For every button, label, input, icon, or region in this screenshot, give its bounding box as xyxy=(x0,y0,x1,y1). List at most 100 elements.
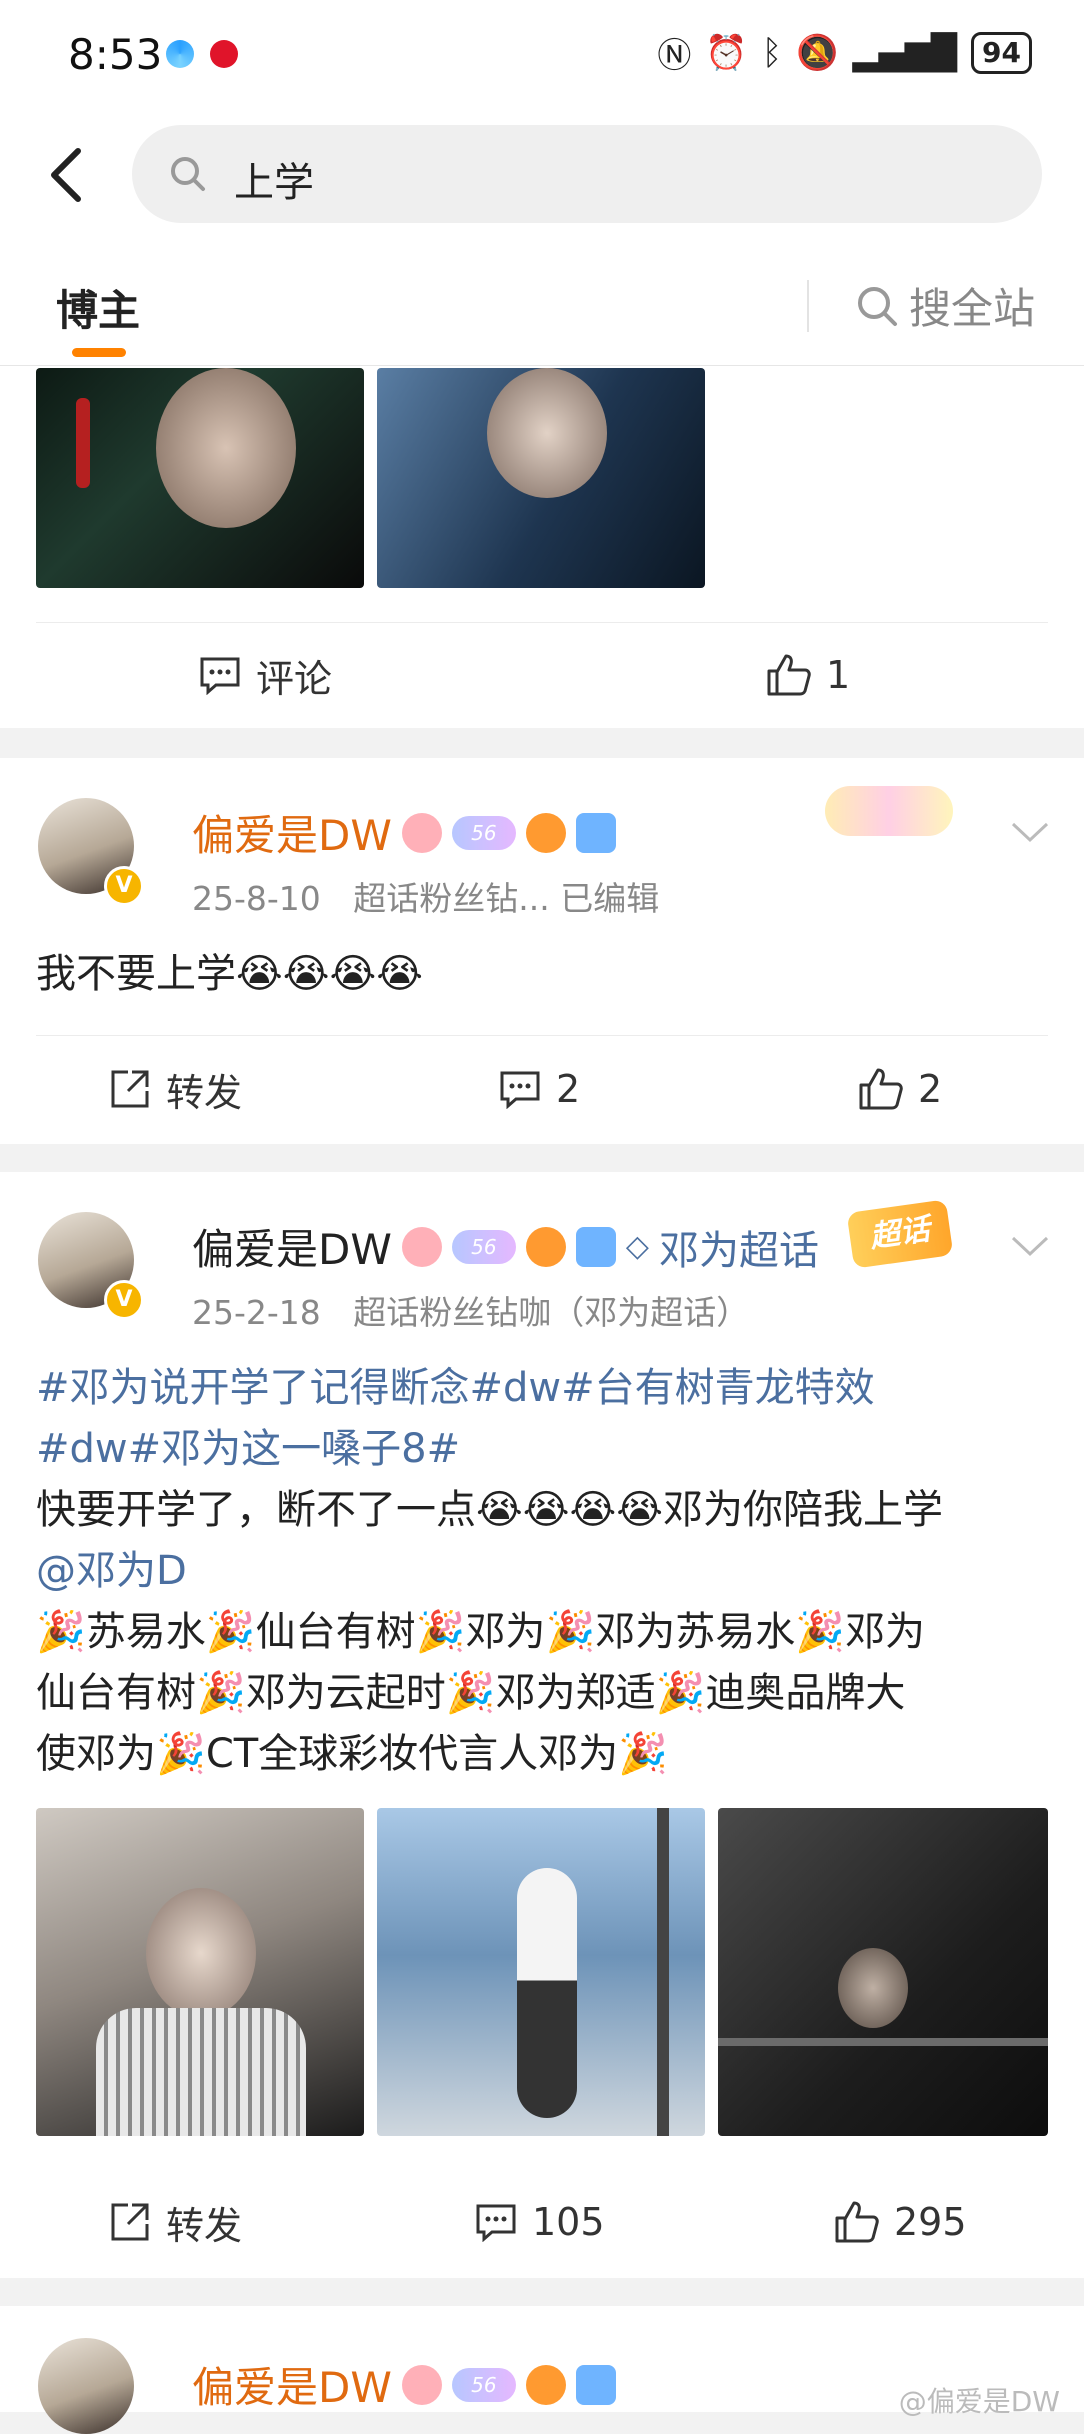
bank-app-icon xyxy=(210,40,238,68)
post-text-line: 仙台有树🎉邓为云起时🎉邓为郑适🎉迪奥品牌大 xyxy=(36,1663,1056,1724)
avatar-wrapper[interactable]: V xyxy=(38,798,144,906)
comment-icon xyxy=(200,657,240,695)
post-image[interactable] xyxy=(36,1808,364,2136)
avatar-wrapper[interactable] xyxy=(38,2338,134,2434)
post-text: 仙台有树 xyxy=(36,1670,196,1716)
party-popper-icon: 🎉 xyxy=(545,1609,596,1655)
super-topic-badge: 超话 xyxy=(846,1199,954,1269)
crying-emoji-icon: 😭😭😭😭 xyxy=(476,1487,663,1533)
crying-emoji-icon: 😭😭😭😭 xyxy=(236,951,423,997)
search-input[interactable]: 上学 xyxy=(132,125,1042,223)
post-text: 我不要上学 xyxy=(36,951,236,997)
post-text: CT全球彩妆代言人邓为 xyxy=(205,1731,619,1777)
like-button[interactable]: 2 xyxy=(858,1067,942,1111)
party-popper-icon: 🎉 xyxy=(445,1670,496,1716)
post-text: 邓为苏易水 xyxy=(595,1609,796,1655)
post-source: 超话粉丝钻... 已编辑 xyxy=(353,879,660,918)
post-text-line: 🎉苏易水🎉仙台有树🎉邓为🎉邓为苏易水🎉邓为 xyxy=(36,1602,1056,1663)
username[interactable]: 偏爱是DW xyxy=(192,1216,392,1277)
search-header: 上学 xyxy=(0,110,1084,235)
fish-badge-icon xyxy=(525,812,566,853)
like-count: 2 xyxy=(918,1067,943,1111)
comment-button[interactable]: 2 xyxy=(498,1067,580,1111)
repost-button[interactable]: 转发 xyxy=(108,2195,242,2250)
chevron-down-icon[interactable] xyxy=(1010,1234,1050,1258)
username[interactable]: 偏爱是DW xyxy=(192,802,392,863)
party-popper-icon: 🎉 xyxy=(415,1609,466,1655)
bluetooth-icon: ᛒ xyxy=(761,32,783,73)
search-icon xyxy=(171,157,205,191)
post-meta: 25-2-18 超话粉丝钻咖（邓为超话） xyxy=(192,1286,749,1334)
avatar-wrapper[interactable]: V xyxy=(38,1212,144,1320)
fan-badge-icon xyxy=(401,812,442,853)
post-card: 评论 1 xyxy=(0,366,1084,728)
party-popper-icon: 🎉 xyxy=(795,1609,846,1655)
tab-active-indicator xyxy=(72,348,126,357)
like-button[interactable]: 1 xyxy=(766,653,850,697)
user-line: 偏爱是DW 56 xyxy=(192,802,616,863)
comment-button[interactable]: 105 xyxy=(474,2200,605,2244)
post-text: 邓为 xyxy=(845,1609,926,1655)
topic-link[interactable]: 邓为超话 xyxy=(659,1218,819,1276)
post-text-line: 快要开学了，断不了一点😭😭😭😭邓为你陪我上学 xyxy=(36,1480,1056,1541)
post-image[interactable] xyxy=(36,368,364,588)
search-all-button[interactable]: 搜全站 xyxy=(855,275,1035,336)
verified-badge-icon: V xyxy=(104,1280,144,1320)
like-count: 1 xyxy=(826,653,851,697)
alarm-icon: ⏰ xyxy=(705,32,748,73)
post-text: 仙台有树 xyxy=(255,1609,416,1655)
topic-hashtags[interactable]: #dw#邓为这一嗓子8# xyxy=(36,1419,1056,1480)
post-action-bar: 转发 105 295 xyxy=(0,2168,1084,2276)
mute-icon: 🔕 xyxy=(796,32,839,73)
post-text-line: 使邓为🎉CT全球彩妆代言人邓为🎉 xyxy=(36,1724,1056,1785)
fan-badge-icon xyxy=(401,2364,442,2405)
post-date: 25-8-10 xyxy=(192,879,321,918)
watermark: @偏爱是DW xyxy=(898,2385,1060,2418)
party-popper-icon: 🎉 xyxy=(36,1609,86,1655)
post-text: 迪奥品牌大 xyxy=(705,1670,906,1716)
back-arrow-icon[interactable] xyxy=(44,145,90,205)
party-popper-icon: 🎉 xyxy=(618,1731,668,1777)
decor-card-icon xyxy=(825,786,953,836)
repost-label: 转发 xyxy=(166,1070,243,1115)
status-bar: 8:53 Ⓝ ⏰ ᛒ 🔕 ▂▄▆█ 94 xyxy=(0,0,1084,110)
nfc-icon: Ⓝ xyxy=(657,36,692,76)
post-image[interactable] xyxy=(377,368,705,588)
thumbs-up-icon xyxy=(859,1068,903,1110)
post-body: #邓为说开学了记得断念#dw#台有树青龙特效 #dw#邓为这一嗓子8# 快要开学… xyxy=(36,1358,1056,1785)
post-text: 邓为 xyxy=(465,1609,546,1655)
comment-icon xyxy=(500,1071,540,1109)
party-popper-icon: 🎉 xyxy=(156,1731,206,1777)
camera-badge-icon xyxy=(575,2364,616,2405)
post-text: 邓为郑适 xyxy=(495,1670,656,1716)
username[interactable]: 偏爱是DW xyxy=(192,2354,392,2415)
post-text: 使邓为 xyxy=(36,1731,156,1777)
repost-label: 转发 xyxy=(166,2203,243,2248)
status-icons: Ⓝ ⏰ ᛒ 🔕 ▂▄▆█ 94 xyxy=(657,28,1032,77)
post-image[interactable] xyxy=(377,1808,705,2136)
post-text: 邓为你陪我上学 xyxy=(662,1487,943,1533)
mention-link[interactable]: @邓为D xyxy=(36,1541,1056,1602)
repost-icon xyxy=(111,1070,149,1108)
like-count: 295 xyxy=(894,2200,967,2244)
post-action-bar: 转发 2 2 xyxy=(0,1036,1084,1142)
like-button[interactable]: 295 xyxy=(834,2200,967,2244)
camera-badge-icon xyxy=(575,812,616,853)
repost-button[interactable]: 转发 xyxy=(108,1062,242,1117)
post-card: V 偏爱是DW 56 ◇ 邓为超话 超话 25-2-18 超话粉丝钻咖（邓为超话… xyxy=(0,1172,1084,2278)
fish-badge-icon xyxy=(525,2364,566,2405)
chevron-down-icon[interactable] xyxy=(1010,820,1050,844)
comment-button[interactable]: 评论 xyxy=(198,648,332,703)
topic-hashtags[interactable]: #邓为说开学了记得断念#dw#台有树青龙特效 xyxy=(36,1358,1056,1419)
tab-blogger[interactable]: 博主 xyxy=(56,277,140,338)
level-badge: 56 xyxy=(451,2367,516,2402)
user-line: 偏爱是DW 56 xyxy=(192,2354,616,2415)
comment-count: 105 xyxy=(532,2200,605,2244)
post-source: 超话粉丝钻咖（邓为超话） xyxy=(353,1293,750,1332)
repost-icon xyxy=(111,2203,149,2241)
verified-badge-icon: V xyxy=(104,866,144,906)
thumbs-up-icon xyxy=(767,654,811,696)
avatar[interactable] xyxy=(38,2338,134,2434)
post-image[interactable] xyxy=(718,1808,1048,2136)
weather-app-icon xyxy=(166,40,194,68)
